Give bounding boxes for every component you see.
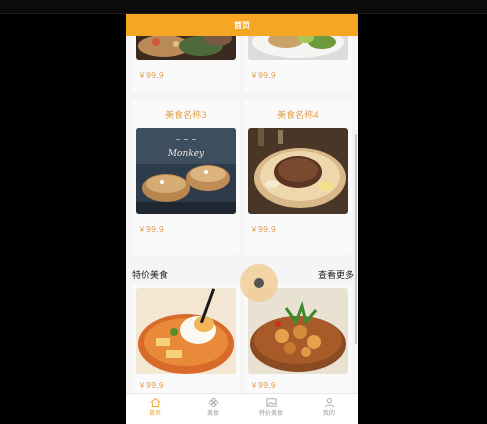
tab-label: 美食 <box>206 410 219 417</box>
price-text: ￥99.9 <box>250 71 276 80</box>
tab-mine[interactable]: 我的 <box>300 394 358 424</box>
section-title: 特价美食 <box>132 270 169 281</box>
touch-dot <box>254 278 264 288</box>
svg-text:~ ~ ~: ~ ~ ~ <box>175 136 197 144</box>
tab-home[interactable]: 首页 <box>126 394 184 424</box>
food-card-1[interactable]: ￥99.9 <box>132 36 240 92</box>
page-header: 首页 <box>126 14 358 36</box>
food-image-4 <box>248 128 348 214</box>
image-icon <box>266 398 276 407</box>
price-text: ￥99.9 <box>250 381 276 390</box>
tab-label: 特价美食 <box>258 410 283 417</box>
tab-label: 我的 <box>322 410 335 417</box>
page-title: 首页 <box>234 20 250 30</box>
food-card-4[interactable]: 美食名称4 ￥99.9 <box>244 100 352 255</box>
top-bar <box>0 0 487 14</box>
tab-special[interactable]: 特价美食 <box>242 394 300 424</box>
phone-screen: 首页 ￥99.9 ￥99.9 美食名称3 ~ ~ ~ Monkey ￥99.9 … <box>126 14 358 424</box>
food-name: 美食名称4 <box>277 111 319 121</box>
price-text: ￥99.9 <box>138 225 164 234</box>
food-image-2 <box>248 36 348 60</box>
price-text: ￥99.9 <box>250 225 276 234</box>
food-image-5 <box>136 288 236 374</box>
price-text: ￥99.9 <box>138 381 164 390</box>
bottom-tab-bar: 首页 美食 特价美食 我的 <box>126 393 358 424</box>
scrollbar[interactable] <box>355 134 357 344</box>
flower-icon <box>208 398 218 407</box>
user-icon <box>324 398 334 408</box>
food-card-3[interactable]: 美食名称3 ~ ~ ~ Monkey ￥99.9 <box>132 100 240 255</box>
tab-label: 首页 <box>148 410 161 417</box>
touch-indicator <box>240 264 278 302</box>
home-icon <box>150 397 160 408</box>
scroll-content[interactable]: ￥99.9 ￥99.9 美食名称3 ~ ~ ~ Monkey ￥99.9 美食名… <box>126 36 358 407</box>
food-name: 美食名称3 <box>165 111 207 121</box>
special-card-2[interactable]: ￥99.9 <box>244 284 352 404</box>
image-text: Monkey <box>167 149 205 159</box>
special-card-1[interactable]: ￥99.9 <box>132 284 240 404</box>
food-image-3: ~ ~ ~ Monkey <box>136 128 236 214</box>
tab-food[interactable]: 美食 <box>184 394 242 424</box>
food-image-1 <box>136 36 236 60</box>
view-more-link[interactable]: 查看更多 <box>318 268 354 281</box>
price-text: ￥99.9 <box>138 71 164 80</box>
food-card-2[interactable]: ￥99.9 <box>244 36 352 92</box>
